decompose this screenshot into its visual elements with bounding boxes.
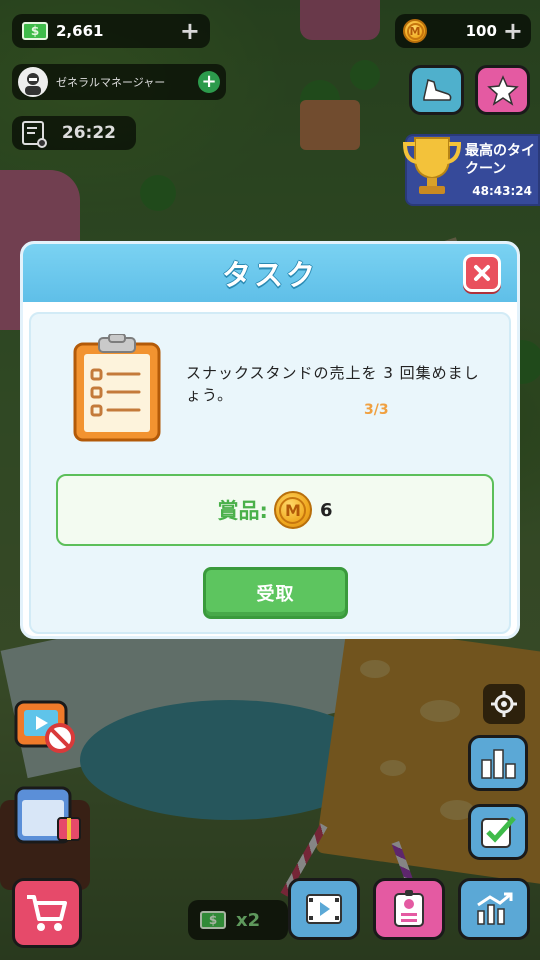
- manager-role-badge[interactable]: ゼネラルマネージャー +: [12, 64, 226, 100]
- film-icon: [306, 894, 342, 924]
- coin-counter[interactable]: M 100 +: [395, 14, 531, 48]
- upgrade-role-icon[interactable]: +: [198, 71, 220, 93]
- manager-role-title: ゼネラルマネージャー: [56, 76, 166, 89]
- task-description: スナックスタンドの売上を 3 回集めましょう。: [186, 364, 480, 404]
- boost-multiplier: x2: [236, 909, 261, 931]
- clipboard-icon: [73, 334, 161, 442]
- bar-chart-icon: [481, 749, 516, 779]
- event-banner[interactable]: 最高のタイクーン 48:43:24: [402, 134, 540, 206]
- settings-button[interactable]: [483, 684, 525, 724]
- claim-button-label: 受取: [256, 584, 295, 605]
- shop-button[interactable]: [12, 878, 82, 948]
- task-dialog: タスク スナックスタンドの売上を 3 回集めましょう。 3/3 賞品: M 6 …: [20, 241, 520, 639]
- close-button[interactable]: [463, 254, 501, 292]
- cash-counter[interactable]: $ 2,661 +: [12, 14, 210, 48]
- tasks-button[interactable]: [468, 804, 528, 860]
- id-card-icon: [394, 890, 424, 927]
- video-ad-button[interactable]: [12, 690, 76, 756]
- trophy-icon: [402, 137, 462, 194]
- task-dialog-title: タスク: [221, 258, 318, 292]
- shoe-icon: [422, 79, 451, 101]
- growth-chart-icon: [477, 892, 513, 925]
- staff-button[interactable]: [373, 878, 445, 940]
- task-progress: 3/3: [364, 402, 389, 418]
- video-boost-button[interactable]: [288, 878, 360, 940]
- timer-value: 26:22: [61, 123, 116, 143]
- cash-icon: $: [200, 911, 226, 929]
- cash-icon: $: [22, 22, 48, 40]
- cash-amount: 2,661: [56, 22, 104, 40]
- task-dialog-body: スナックスタンドの売上を 3 回集めましょう。 3/3 賞品: M 6 受取: [29, 312, 511, 634]
- add-coins-icon[interactable]: +: [503, 19, 523, 43]
- cart-icon: [27, 895, 67, 931]
- claim-button[interactable]: 受取: [203, 567, 348, 619]
- reward-panel: 賞品: M 6: [56, 474, 494, 546]
- calendar-gift-button[interactable]: [12, 778, 84, 850]
- task-dialog-header: タスク: [23, 244, 517, 302]
- task-timer[interactable]: 26:22: [12, 116, 136, 150]
- gear-icon: [491, 691, 517, 717]
- coin-icon: M: [273, 491, 312, 529]
- clipboard-search-icon: [22, 121, 47, 148]
- income-boost-indicator: $ x2: [188, 900, 288, 940]
- calendar-icon: [14, 786, 81, 844]
- growth-button[interactable]: [458, 878, 530, 940]
- add-cash-icon[interactable]: +: [180, 19, 200, 43]
- reward-label: 賞品:: [217, 499, 268, 523]
- star-icon: [486, 75, 519, 106]
- manager-avatar: [18, 67, 48, 97]
- event-title: 最高のタイクーン: [465, 143, 535, 177]
- checkbox-icon: [481, 816, 516, 848]
- coin-icon: M: [403, 19, 427, 43]
- move-button[interactable]: [409, 65, 464, 115]
- stats-button[interactable]: [468, 735, 528, 791]
- event-countdown: 48:43:24: [472, 184, 532, 198]
- coin-amount: 100: [465, 22, 497, 40]
- reward-amount: 6: [319, 499, 333, 521]
- tv-no-ads-icon: [14, 700, 75, 753]
- close-icon: [474, 265, 490, 281]
- favorites-button[interactable]: [475, 65, 530, 115]
